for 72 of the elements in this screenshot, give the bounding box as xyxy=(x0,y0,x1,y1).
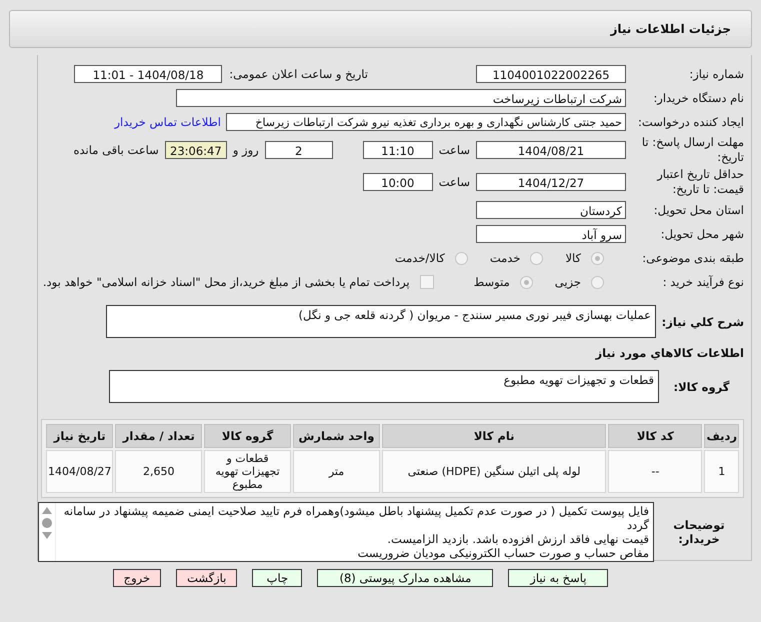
field-label: حداقل تاریخ اعتبار قیمت: تا تاریخ: xyxy=(656,167,744,197)
table-cell: قطعات و تجهیزات تهویه مطبوع xyxy=(204,450,291,493)
radio-label: جزیی xyxy=(554,275,581,289)
column-header: تعداد / مقدار xyxy=(115,424,202,448)
text-area[interactable]: عملیات بهسازی فیبر نوری مسیر سنندج - مریوان ( گردنه قلعه جی و نگل) xyxy=(106,305,656,338)
text-field[interactable]: کردستان xyxy=(476,201,626,219)
scroll-up-icon[interactable] xyxy=(42,507,52,514)
column-header: کد کالا xyxy=(608,424,702,448)
column-header: تاریخ نیاز xyxy=(46,424,114,448)
radio-button[interactable] xyxy=(454,252,468,264)
text-field[interactable]: 1404/08/21 xyxy=(476,141,626,159)
section-heading: اطلاعات کالاهاي مورد نياز xyxy=(596,346,744,360)
page-title: جزئیات اطلاعات نیاز xyxy=(610,22,731,36)
radio-label: کالا/خدمت xyxy=(394,251,445,265)
action-button[interactable]: پاسخ به نیاز xyxy=(508,569,608,587)
field-label: ساعت xyxy=(438,175,470,189)
checkbox[interactable] xyxy=(420,275,434,289)
field-label: توضیحات خریدار: xyxy=(672,518,726,546)
field-label: تاریخ و ساعت اعلان عمومی: xyxy=(229,67,368,81)
action-button[interactable]: چاپ xyxy=(252,569,302,587)
action-button[interactable]: مشاهده مدارک پیوستی (8) xyxy=(317,569,494,587)
scroll-down-icon[interactable] xyxy=(42,532,52,539)
field-label: استان محل تحویل: xyxy=(652,203,744,217)
text-area[interactable]: قطعات و تجهیزات تهویه مطبوع xyxy=(109,370,659,403)
radio-button[interactable] xyxy=(520,276,533,288)
field-label: نام دستگاه خریدار: xyxy=(652,91,744,105)
radio-label: خدمت xyxy=(490,251,520,265)
field-label: شرح کلي نياز: xyxy=(660,314,744,328)
note-text: قیمت نهایی فاقد ارزش افزوده باشد. بازدید الزامیست. xyxy=(386,532,649,546)
table-cell: لوله پلی اتیلن سنگین (HDPE) صنعتی xyxy=(382,450,606,493)
field-label: شماره نیاز: xyxy=(688,67,744,81)
column-header: واحد شمارش xyxy=(292,424,380,448)
text-field[interactable]: 1104001022002265 xyxy=(476,65,626,83)
table-cell: 1 xyxy=(704,450,739,493)
field-label: مهلت ارسال پاسخ: تا تاریخ: xyxy=(640,135,744,165)
field-label: طبقه بندی موضوعی: xyxy=(641,251,744,265)
field-label: روز و xyxy=(232,143,259,157)
text-field[interactable]: حمید جنتی کارشناس نگهداری و بهره برداری تغذیه نیرو شرکت ارتباطات زیرساخ xyxy=(226,113,626,131)
text-field[interactable]: 10:00 xyxy=(362,173,433,191)
field-label: ساعت xyxy=(438,143,470,157)
text-field[interactable]: 1404/12/27 xyxy=(476,173,626,191)
column-header: گروه کالا xyxy=(204,424,291,448)
table-cell: متر xyxy=(292,450,380,493)
field-label: ساعت باقی مانده xyxy=(74,143,159,157)
column-header: نام کالا xyxy=(382,424,606,448)
column-header: ردیف xyxy=(704,424,739,448)
radio-button[interactable] xyxy=(591,252,604,264)
scroll-thumb-icon[interactable] xyxy=(42,518,52,528)
radio-label: کالا xyxy=(565,251,581,265)
action-button[interactable]: خروج xyxy=(112,569,162,587)
note-text: فایل پیوست تکمیل ( در صورت عدم تکمیل پیشنهاد باطل میشود)وهمراه فرم تایید صلاحیت ایمنی ضمیمه پیشنهاد در سامانه گردد xyxy=(62,504,649,532)
table-cell: 1404/08/27 xyxy=(46,450,114,493)
radio-button[interactable] xyxy=(530,252,544,264)
radio-button[interactable] xyxy=(591,276,604,288)
table-cell: -- xyxy=(608,450,702,493)
contact-link[interactable]: اطلاعات تماس خریدار xyxy=(114,115,221,129)
action-button[interactable]: بازگشت xyxy=(176,569,238,587)
field-label: شهر محل تحویل: xyxy=(660,227,744,241)
countdown-field[interactable]: 23:06:47 xyxy=(164,141,227,159)
text-field[interactable]: شرکت ارتباطات زیرساخت xyxy=(176,89,626,107)
text-field[interactable]: 11:10 xyxy=(362,141,433,159)
text-field[interactable]: سرو آباد xyxy=(476,225,626,243)
radio-label: متوسط xyxy=(474,275,510,289)
field-label: گروه کالا: xyxy=(672,380,730,394)
field-label: ایجاد کننده درخواست: xyxy=(637,115,744,129)
text-field[interactable]: 2 xyxy=(264,141,333,159)
notes-area[interactable] xyxy=(38,502,654,562)
note-text: مفاص حساب و صورت حساب الکترونیکی مودیان ضروریست xyxy=(356,546,649,560)
checkbox-label: پرداخت تمام یا بخشی از مبلغ خرید،از محل "اسناد خزانه اسلامی" خواهد بود. xyxy=(42,275,410,289)
text-field[interactable]: 1404/08/18 - 11:01 xyxy=(74,65,222,83)
table-cell: 2,650 xyxy=(115,450,202,493)
field-label: نوع فرآیند خرید : xyxy=(662,275,744,289)
